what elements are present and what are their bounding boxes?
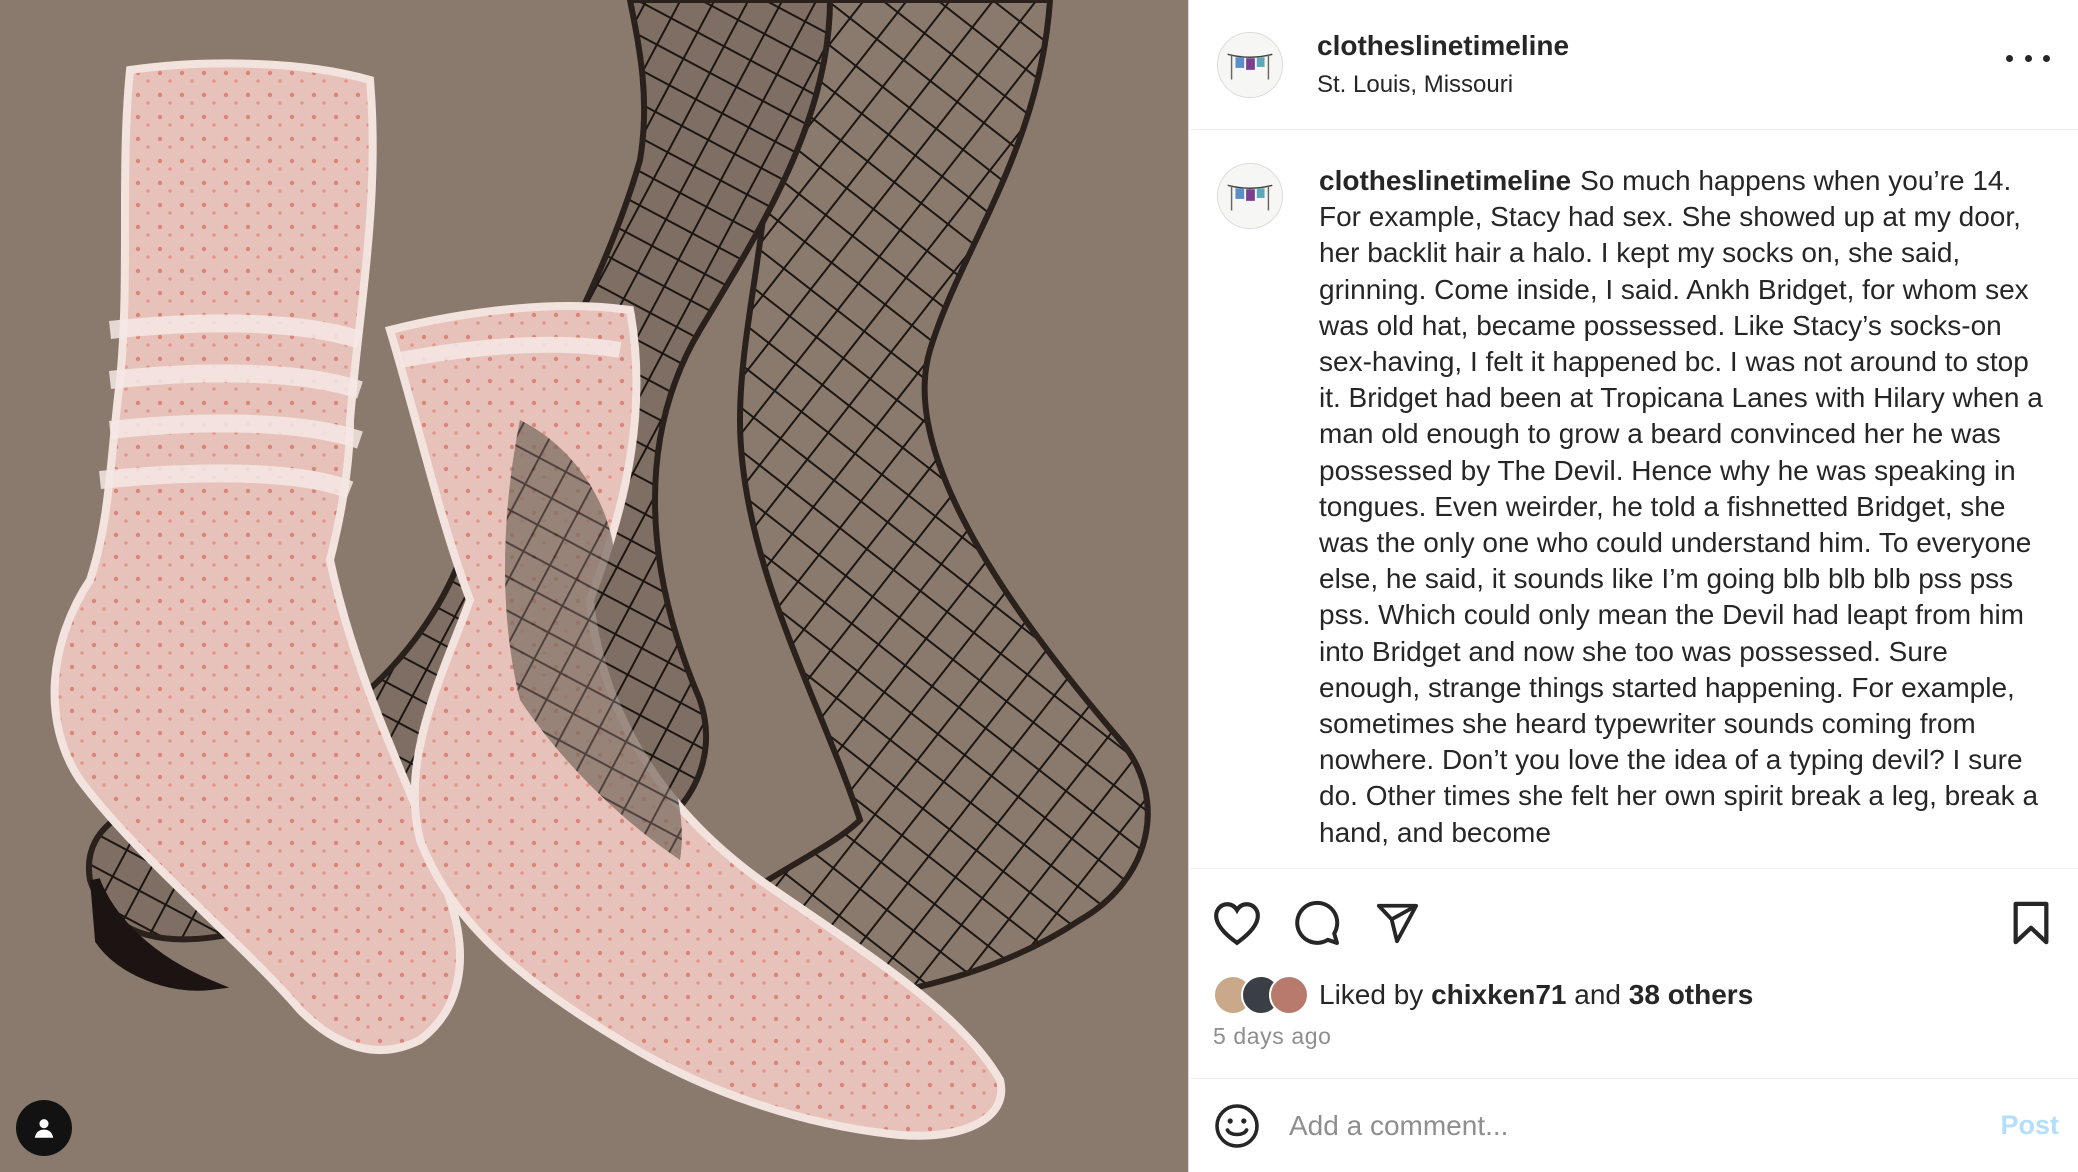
liked-by-conjunction: and	[1574, 979, 1621, 1010]
caption-username[interactable]: clotheslinetimeline	[1319, 165, 1571, 196]
likes-summary: Liked by chixken71 and 38 others	[1213, 975, 1753, 1015]
more-horizontal-icon-dot	[2043, 54, 2050, 62]
tagged-users-button[interactable]	[16, 1100, 72, 1156]
more-horizontal-icon	[2006, 54, 2013, 62]
author-username[interactable]: clotheslinetimeline	[1317, 27, 1569, 65]
post-side-panel: clotheslinetimeline St. Louis, Missouri	[1188, 0, 2078, 1172]
post-header: clotheslinetimeline St. Louis, Missouri	[1189, 0, 2078, 130]
comment-input[interactable]	[1289, 1109, 2001, 1142]
post-timestamp[interactable]: 5 days ago	[1213, 1023, 1332, 1050]
clothesline-logo-icon	[1218, 164, 1282, 228]
action-row	[1209, 895, 2059, 955]
header-text: clotheslinetimeline St. Louis, Missouri	[1317, 27, 1569, 103]
caption-author-avatar[interactable]	[1217, 163, 1283, 229]
share-button[interactable]	[1369, 895, 1425, 951]
post-image[interactable]	[0, 0, 1188, 1172]
liked-by-text: Liked by chixken71 and 38 others	[1319, 979, 1753, 1011]
post-location[interactable]: St. Louis, Missouri	[1317, 67, 1569, 103]
comment-icon	[1295, 900, 1340, 945]
save-button[interactable]	[2003, 895, 2059, 951]
caption-area[interactable]: clotheslinetimeline So much happens when …	[1189, 131, 2078, 867]
illustration-legs-socks-fishnets	[0, 0, 1188, 1172]
caption-text: clotheslinetimeline So much happens when …	[1319, 163, 2047, 867]
comment-bar: Post	[1189, 1078, 2078, 1172]
like-button[interactable]	[1209, 895, 1265, 951]
likes-count-link[interactable]: 38 others	[1629, 979, 1754, 1010]
heart-icon	[1214, 902, 1260, 946]
comment-button[interactable]	[1289, 895, 1345, 951]
liked-by-prefix: Liked by	[1319, 979, 1424, 1010]
liker-avatar	[1269, 975, 1309, 1015]
more-options-button[interactable]	[2006, 44, 2050, 72]
liker-username[interactable]: chixken71	[1431, 979, 1566, 1010]
user-tag-icon	[34, 1119, 54, 1138]
post-actions: Liked by chixken71 and 38 others 5 days …	[1189, 868, 2078, 1090]
liker-avatars[interactable]	[1213, 975, 1309, 1015]
clothesline-logo-icon	[1218, 32, 1282, 97]
send-icon	[1376, 903, 1419, 944]
post-comment-button[interactable]: Post	[2000, 1110, 2059, 1141]
caption-body: So much happens when you’re 14. For exam…	[1319, 165, 2043, 848]
bookmark-icon	[2013, 901, 2049, 945]
instagram-post: clotheslinetimeline St. Louis, Missouri	[0, 0, 2078, 1172]
more-horizontal-icon-dot	[2024, 54, 2032, 62]
emoji-smile-icon	[1215, 1103, 1259, 1148]
emoji-button[interactable]	[1211, 1100, 1263, 1152]
author-avatar[interactable]	[1217, 31, 1283, 98]
